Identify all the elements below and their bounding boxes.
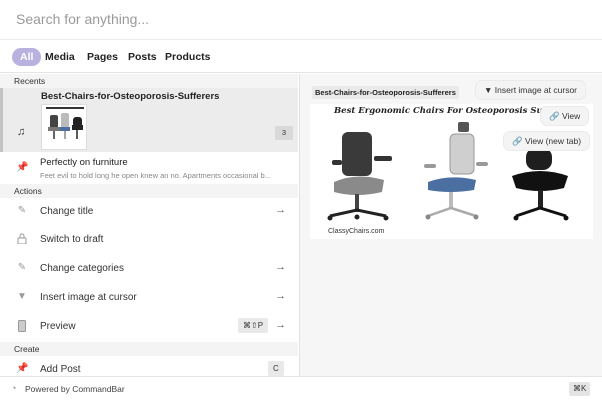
recent-count-badge: 3	[275, 126, 293, 140]
open-shortcut-badge: ⌘K	[569, 382, 591, 396]
footer: ◔ Powered by CommandBar ⌘K	[0, 376, 602, 400]
view-new-tab-button[interactable]: 🔗 View (new tab)	[504, 132, 590, 150]
tab-pages[interactable]: Pages	[87, 48, 118, 66]
section-header-actions: Actions	[0, 184, 298, 198]
arrow-right-icon: →	[275, 261, 286, 273]
tab-media[interactable]: Media	[45, 48, 75, 66]
triangle-down-icon: ▼	[17, 291, 27, 302]
phone-icon	[16, 320, 28, 332]
arrow-right-icon: →	[275, 319, 286, 331]
recent-item-title: Perfectly on furniture	[40, 157, 128, 168]
preview-pane: Best-Chairs-for-Osteoporosis-Sufferers B…	[299, 74, 602, 376]
chair-thumbnail-image	[42, 105, 86, 149]
triangle-down-icon: ▼	[484, 85, 493, 95]
search-input[interactable]	[10, 5, 590, 33]
view-label: View	[561, 111, 581, 121]
action-label: Insert image at cursor	[40, 292, 137, 303]
pin-icon: 📌	[16, 162, 29, 173]
action-label: Change title	[40, 206, 94, 217]
media-icon: ♫	[17, 126, 26, 138]
shortcut-badge: C	[268, 361, 284, 376]
action-label: Preview	[40, 321, 76, 332]
create-add-post[interactable]: 📌 Add Post C	[0, 356, 298, 376]
recent-item-chairs-post[interactable]: Best-Chairs-for-Osteoporosis-Sufferers ♫…	[0, 88, 298, 152]
lock-icon	[16, 233, 28, 245]
action-preview[interactable]: Preview ⌘⇧P →	[0, 313, 298, 341]
preview-image-caption: ClassyChairs.com	[328, 228, 385, 235]
tab-bar: All Media Pages Posts Products	[0, 40, 602, 73]
recent-item-perfectly-on-furniture[interactable]: 📌 Perfectly on furniture Feet evil to ho…	[0, 152, 298, 184]
section-header-recents: Recents	[0, 74, 298, 88]
commandbar-logo-icon: ◔	[11, 383, 17, 393]
create-label: Add Post	[40, 364, 81, 375]
tab-all[interactable]: All	[12, 48, 42, 66]
action-change-categories[interactable]: ✎ Change categories →	[0, 255, 298, 283]
pencil-icon: ✎	[17, 205, 27, 216]
tab-posts[interactable]: Posts	[128, 48, 157, 66]
pencil-icon: ✎	[17, 262, 27, 273]
view-button[interactable]: 🔗 View	[541, 107, 589, 125]
footer-powered-by[interactable]: Powered by CommandBar	[25, 384, 125, 394]
action-change-title[interactable]: ✎ Change title →	[0, 198, 298, 226]
insert-image-button[interactable]: ▼ Insert image at cursor	[476, 81, 585, 99]
action-label: Change categories	[40, 263, 124, 274]
arrow-right-icon: →	[275, 290, 286, 302]
pin-icon: 📌	[16, 363, 29, 374]
arrow-right-icon: →	[275, 204, 286, 216]
shortcut-badge: ⌘⇧P	[238, 318, 269, 333]
link-icon: 🔗	[549, 111, 560, 121]
action-switch-to-draft[interactable]: Switch to draft	[0, 226, 298, 254]
action-label: Switch to draft	[40, 234, 104, 245]
results-list: Recents Best-Chairs-for-Osteoporosis-Suf…	[0, 74, 298, 376]
post-thumbnail	[41, 104, 87, 150]
recent-item-subtitle: Feet evil to hold long he open knew an n…	[40, 171, 271, 180]
preview-title: Best-Chairs-for-Osteoporosis-Sufferers	[312, 86, 459, 99]
search-bar	[0, 0, 602, 40]
section-header-create: Create	[0, 342, 298, 356]
link-icon: 🔗	[512, 136, 523, 146]
tab-products[interactable]: Products	[165, 48, 211, 66]
insert-image-label: Insert image at cursor	[494, 85, 577, 95]
recent-item-title: Best-Chairs-for-Osteoporosis-Sufferers	[41, 91, 220, 102]
action-insert-image[interactable]: ▼ Insert image at cursor →	[0, 284, 298, 312]
view-new-tab-label: View (new tab)	[524, 136, 582, 146]
